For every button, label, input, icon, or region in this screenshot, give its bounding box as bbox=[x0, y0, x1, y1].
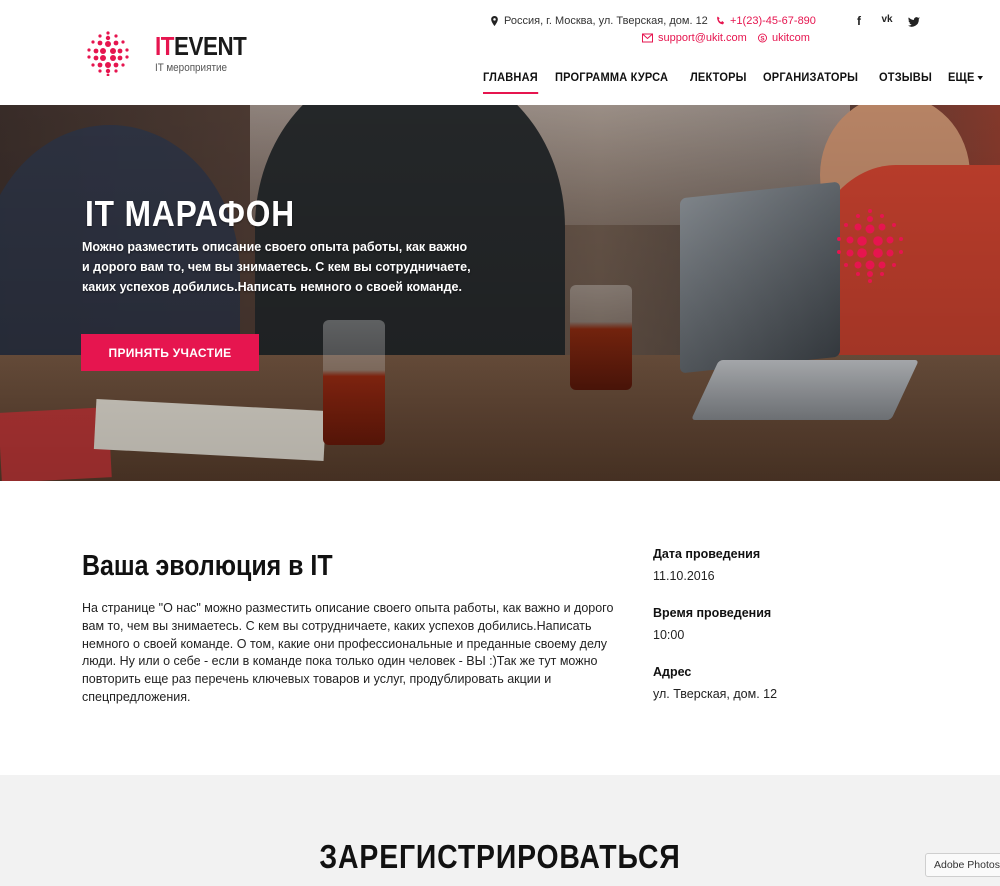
logo[interactable]: ITEVENT IT мероприятие bbox=[85, 30, 261, 76]
event-info: Дата проведения 11.10.2016 Время проведе… bbox=[653, 545, 953, 722]
svg-text:S: S bbox=[760, 35, 764, 42]
email-link[interactable]: support@ukit.com bbox=[658, 32, 747, 44]
facebook-icon[interactable]: f bbox=[852, 14, 866, 28]
nav-item-more[interactable]: ЕЩЕ bbox=[948, 70, 984, 94]
about-text: На странице "О нас" можно разместить опи… bbox=[82, 601, 614, 704]
contact-email[interactable]: support@ukit.com bbox=[642, 29, 747, 46]
participate-button[interactable]: ПРИНЯТЬ УЧАСТИЕ bbox=[81, 334, 259, 371]
hero-title: IT МАРАФОН bbox=[85, 193, 296, 234]
envelope-icon bbox=[642, 33, 653, 42]
address-value: ул. Тверская, дом. 12 bbox=[653, 687, 778, 701]
address-label: Адрес bbox=[653, 665, 692, 679]
logo-title-rest: EVENT bbox=[174, 31, 247, 61]
logo-dots-icon bbox=[87, 31, 129, 76]
date-label: Дата проведения bbox=[653, 547, 761, 561]
contact-skype[interactable]: S ukitcom bbox=[758, 29, 810, 46]
address-text: Россия, г. Москва, ул. Тверская, дом. 12 bbox=[504, 14, 708, 27]
register-title: ЗАРЕГИСТРИРОВАТЬСЯ bbox=[0, 838, 1000, 876]
location-pin-icon bbox=[491, 15, 498, 26]
nav-item-program[interactable]: ПРОГРАММА КУРСА bbox=[555, 70, 668, 94]
nav-item-lecturers[interactable]: ЛЕКТОРЫ bbox=[690, 70, 747, 94]
skype-icon: S bbox=[758, 33, 767, 42]
register-title-text: ЗАРЕГИСТРИРОВАТЬСЯ bbox=[319, 838, 681, 875]
site-header: ITEVENT IT мероприятие Россия, г. Москва… bbox=[0, 0, 1000, 105]
logo-title-accent: IT bbox=[155, 31, 175, 61]
time-value: 10:00 bbox=[653, 628, 685, 642]
hero-dots-icon bbox=[837, 209, 903, 283]
time-label: Время проведения bbox=[653, 606, 772, 620]
twitter-icon[interactable] bbox=[908, 16, 920, 28]
adobe-photoshop-tab[interactable]: Adobe Photos bbox=[925, 853, 1000, 877]
nav-more-label: ЕЩЕ bbox=[948, 70, 975, 84]
nav-item-home[interactable]: ГЛАВНАЯ bbox=[483, 70, 538, 94]
social-links: f vk bbox=[852, 14, 920, 28]
phone-link[interactable]: +1(23)-45-67-890 bbox=[730, 15, 816, 27]
main-nav: ГЛАВНАЯ ПРОГРАММА КУРСА ЛЕКТОРЫ ОРГАНИЗА… bbox=[483, 70, 986, 94]
nav-item-reviews[interactable]: ОТЗЫВЫ bbox=[879, 70, 932, 94]
date-value: 11.10.2016 bbox=[653, 569, 715, 583]
caret-down-icon bbox=[977, 75, 984, 80]
skype-link[interactable]: ukitcom bbox=[772, 32, 810, 44]
logo-subtitle: IT мероприятие bbox=[155, 62, 228, 74]
logo-title: ITEVENT bbox=[155, 31, 247, 61]
nav-item-organizers[interactable]: ОРГАНИЗАТОРЫ bbox=[763, 70, 858, 94]
contact-address: Россия, г. Москва, ул. Тверская, дом. 12 bbox=[490, 12, 708, 29]
hero-description: Можно разместить описание своего опыта р… bbox=[82, 240, 471, 294]
about-title: Ваша эволюция в IT bbox=[82, 550, 333, 582]
vk-icon[interactable]: vk bbox=[880, 14, 894, 28]
contact-phone[interactable]: +1(23)-45-67-890 bbox=[716, 12, 816, 29]
phone-icon bbox=[717, 16, 725, 24]
